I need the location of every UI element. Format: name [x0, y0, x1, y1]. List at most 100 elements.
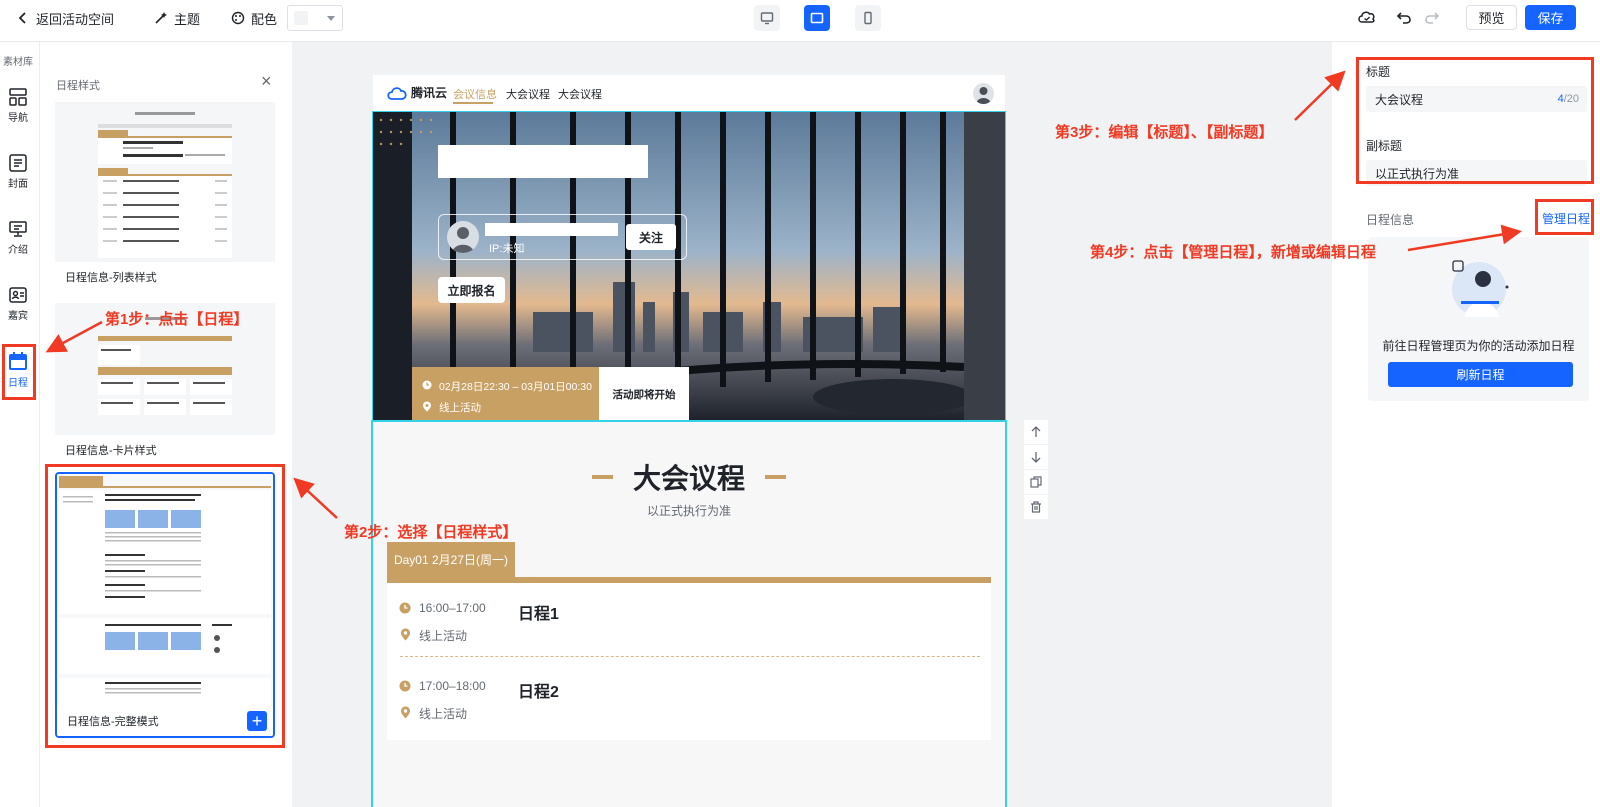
organizer-profile: IP:未知 关注: [438, 214, 687, 260]
agenda-title-row: 大会议程: [373, 457, 1005, 497]
rail-item-intro[interactable]: 介绍: [2, 215, 34, 261]
delete-button[interactable]: [1024, 495, 1048, 519]
rail-item-schedule[interactable]: 日程: [2, 347, 34, 393]
card-caption: 日程信息-卡片样式: [55, 435, 275, 465]
title-field-label: 标题: [1366, 65, 1391, 79]
organizer-avatar: [447, 221, 479, 253]
mobile-view-button[interactable]: [855, 5, 881, 31]
palette-icon: [231, 11, 245, 25]
grid-icon: [9, 88, 27, 106]
undo-icon: [1396, 12, 1411, 24]
empty-state-text: 前往日程管理页为你的活动添加日程: [1382, 339, 1575, 353]
empty-illustration: [1452, 260, 1509, 317]
id-card-icon: [9, 287, 27, 303]
schedule-style-panel: 日程样式 × 日程信息-列表样式 日程信息-卡片样式 日程信息-完整模式 +: [40, 42, 292, 807]
back-label: 返回活动空间: [36, 11, 115, 27]
cloud-save-button[interactable]: [1357, 4, 1383, 30]
undo-button[interactable]: [1396, 4, 1418, 30]
desktop-view-button[interactable]: [754, 5, 780, 31]
cloud-icon: [1358, 11, 1375, 23]
title-dash-right: [765, 475, 786, 479]
subtitle-input[interactable]: 以正式执行为准: [1366, 160, 1587, 186]
theme-button[interactable]: 主题: [154, 0, 200, 36]
copy-icon: [1030, 476, 1042, 488]
refresh-schedule-button[interactable]: 刷新日程: [1388, 362, 1573, 387]
clock-icon: [399, 680, 411, 695]
preview-nav-item[interactable]: 会议信息: [453, 86, 497, 102]
color-label: 配色: [251, 11, 278, 27]
style-card-list[interactable]: 日程信息-列表样式: [55, 102, 275, 292]
preview-nav-item[interactable]: 大会议程: [558, 86, 602, 102]
rail-item-label: 介绍: [8, 245, 28, 256]
color-button[interactable]: 配色: [231, 0, 277, 36]
move-up-button[interactable]: [1024, 420, 1048, 444]
back-button[interactable]: 返回活动空间: [16, 0, 114, 36]
redo-button[interactable]: [1424, 4, 1446, 30]
schedule-item[interactable]: 17:00–18:00 线上活动 日程2: [387, 669, 991, 731]
title-char-count: 4/20: [1558, 93, 1579, 105]
rail-item-cover[interactable]: 封面: [2, 149, 34, 195]
clock-icon: [399, 602, 411, 617]
preview-button[interactable]: 预览: [1466, 5, 1517, 30]
schedule-time: 16:00–17:00: [419, 601, 486, 615]
event-time-bar: 02月28日22:30 – 03月01日00:30 线上活动: [412, 367, 599, 422]
move-down-button[interactable]: [1024, 445, 1048, 469]
organizer-name-placeholder: [485, 223, 618, 236]
title-input[interactable]: 大会议程 4/20: [1366, 86, 1587, 112]
annotation-step2: 第2步：选择【日程样式】: [344, 524, 518, 541]
style-card-full[interactable]: 日程信息-完整模式 +: [55, 472, 275, 738]
avatar[interactable]: [973, 83, 994, 104]
schedule-info-label: 日程信息: [1366, 213, 1415, 227]
thumbnail-preview: [55, 102, 275, 262]
location-pin-icon: [400, 628, 411, 644]
add-icon[interactable]: +: [247, 711, 267, 731]
material-library-rail: 素材库 导航 封面 介绍 嘉宾 日程: [0, 42, 40, 807]
schedule-name: 日程1: [518, 606, 559, 623]
clock-icon: [422, 380, 432, 393]
top-toolbar: 返回活动空间 主题 配色 预览 保存: [0, 0, 1600, 42]
caret-down-icon: [327, 16, 335, 21]
schedule-item[interactable]: 16:00–17:00 线上活动 日程1: [387, 591, 991, 653]
agenda-subtitle: 以正式执行为准: [646, 504, 731, 518]
title-dash-left: [591, 475, 613, 479]
agenda-section[interactable]: 大会议程 以正式执行为准 Day01 2月27日(周一) 16:00–17:00…: [371, 420, 1007, 807]
day-tab[interactable]: Day01 2月27日(周一): [387, 542, 515, 577]
calendar-icon: [9, 352, 27, 370]
rail-item-label: 封面: [8, 179, 28, 190]
preview-navbar: 腾讯云 会议信息 大会议程 大会议程: [373, 75, 1005, 112]
arrow-up-icon: [1031, 426, 1041, 437]
settings-panel: 标题 大会议程 4/20 副标题 以正式执行为准 日程信息: [1332, 42, 1600, 807]
color-swatch: [294, 11, 308, 25]
presentation-icon: [9, 221, 27, 237]
rail-item-label: 导航: [8, 113, 28, 124]
rail-item-guests[interactable]: 嘉宾: [2, 281, 34, 327]
manage-schedule-link[interactable]: 管理日程: [1542, 210, 1590, 227]
rail-item-label: 嘉宾: [8, 311, 28, 322]
active-underline: [453, 102, 493, 104]
trash-icon: [1031, 501, 1041, 513]
magic-wand-icon: [155, 12, 167, 24]
card-caption: 日程信息-完整模式: [57, 706, 273, 736]
schedule-list: 16:00–17:00 线上活动 日程1 17:00–18:00 线上活动 日程…: [387, 583, 991, 740]
rail-item-label: 日程: [8, 378, 28, 389]
card-caption: 日程信息-列表样式: [55, 262, 275, 292]
tablet-view-button[interactable]: [804, 5, 830, 31]
schedule-name: 日程2: [518, 684, 559, 701]
hero-title-placeholder: [438, 145, 648, 178]
full-style-thumbnail: [57, 474, 273, 706]
preview-nav-item[interactable]: 大会议程: [506, 86, 550, 102]
color-select[interactable]: [287, 5, 343, 31]
duplicate-button[interactable]: [1024, 470, 1048, 494]
location-pin-icon: [400, 706, 411, 722]
signup-button[interactable]: 立即报名: [438, 277, 505, 303]
close-icon[interactable]: ×: [261, 72, 272, 90]
rail-item-nav[interactable]: 导航: [2, 83, 34, 129]
thumbnail-preview: [57, 474, 273, 706]
save-button[interactable]: 保存: [1525, 5, 1576, 30]
schedule-time: 17:00–18:00: [419, 679, 486, 693]
list-icon: [9, 154, 27, 172]
follow-button[interactable]: 关注: [626, 224, 676, 250]
hero-banner[interactable]: IP:未知 关注 立即报名 02月28日22:30 – 03月01日00:30 …: [372, 111, 1006, 423]
dashed-divider: [400, 656, 980, 657]
redo-icon: [1425, 12, 1440, 24]
